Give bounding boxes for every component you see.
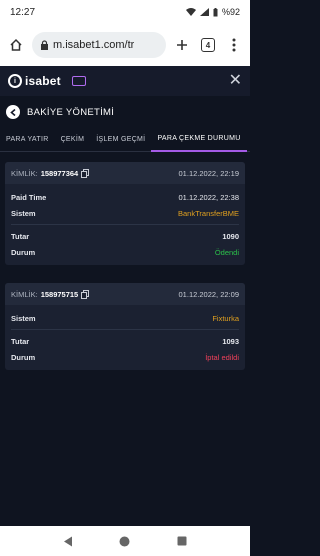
row-label: Tutar [11,231,30,241]
tab-switcher-button[interactable]: 4 [198,35,218,55]
status-row: Durum İptal edildi [5,349,245,365]
back-arrow-icon[interactable] [6,105,20,119]
tab-count: 4 [201,38,215,52]
battery-level: %92 [221,7,240,17]
system-nav-bar [0,526,250,556]
card-date: 01.12.2022, 22:09 [178,289,239,299]
page-title: BAKİYE YÖNETİMİ [27,106,115,118]
tab-deposit[interactable]: PARA YATIR [0,128,55,152]
row-label: Sistem [11,313,36,323]
id-value: 158977364 [40,168,79,178]
tab-withdrawal-status[interactable]: PARA ÇEKME DURUMU [151,128,247,152]
app-header: i isabet ✕ [0,66,250,96]
nav-recents-icon[interactable] [177,536,187,546]
system-row: Sistem Fixturka [5,310,245,326]
signal-icon [199,8,209,16]
row-label: Tutar [11,336,30,346]
card-header: KİMLİK: 158975715 01.12.2022, 22:09 [5,283,245,305]
address-bar[interactable]: m.isabet1.com/tr [32,32,166,58]
amount-row: Tutar 1093 [5,333,245,349]
amount-row: Tutar 1090 [5,228,245,244]
battery-icon [213,7,218,16]
row-label: Durum [11,247,36,257]
copy-icon[interactable] [81,289,90,299]
page-title-row: BAKİYE YÖNETİMİ [0,96,250,128]
url-text: m.isabet1.com/tr [53,39,135,51]
tv-icon[interactable] [71,76,86,86]
divider [11,329,239,330]
row-value: 1090 [222,231,239,241]
copy-icon[interactable] [81,168,90,178]
home-icon[interactable] [6,35,26,55]
close-icon[interactable]: ✕ [229,73,242,89]
logo-text: isabet [25,74,61,88]
card-id: KİMLİK: 158975715 [11,289,90,299]
withdrawal-card: KİMLİK: 158977364 01.12.2022, 22:19 Paid… [5,162,245,265]
row-value: Fixturka [212,313,239,323]
status-icons: %92 [185,7,240,17]
more-vert-icon[interactable] [224,35,244,55]
row-label: Sistem [11,208,36,218]
card-id: KİMLİK: 158977364 [11,168,90,178]
card-header: KİMLİK: 158977364 01.12.2022, 22:19 [5,162,245,184]
lock-icon [41,40,48,50]
row-value: 1093 [222,336,239,346]
system-row: Sistem BankTransferBME [5,205,245,221]
logo-mark: i [8,74,22,88]
withdrawal-card: KİMLİK: 158975715 01.12.2022, 22:09 Sist… [5,283,245,370]
id-label: KİMLİK: [11,289,38,299]
wifi-icon [185,8,196,16]
tab-withdraw[interactable]: ÇEKİM [55,128,91,152]
add-tab-icon[interactable] [172,35,192,55]
status-row: Durum Ödendi [5,244,245,260]
tab-history[interactable]: İŞLEM GEÇMİ [90,128,151,152]
row-label: Paid Time [11,192,47,202]
paid-time-row: Paid Time 01.12.2022, 22:38 [5,189,245,205]
row-value: 01.12.2022, 22:38 [178,192,239,202]
status-badge: Ödendi [214,247,239,257]
status-badge: İptal edildi [205,352,239,362]
browser-toolbar: m.isabet1.com/tr 4 [0,24,250,66]
status-time: 12:27 [10,6,36,18]
nav-home-icon[interactable] [119,536,130,547]
row-value: BankTransferBME [178,208,239,218]
tab-bar: PARA YATIR ÇEKİM İŞLEM GEÇMİ PARA ÇEKME … [0,128,250,152]
nav-back-icon[interactable] [63,536,73,547]
divider [11,224,239,225]
status-bar: 12:27 %92 [0,0,250,24]
card-date: 01.12.2022, 22:19 [178,168,239,178]
logo[interactable]: i isabet [8,74,86,88]
id-value: 158975715 [40,289,79,299]
id-label: KİMLİK: [11,168,38,178]
row-label: Durum [11,352,36,362]
